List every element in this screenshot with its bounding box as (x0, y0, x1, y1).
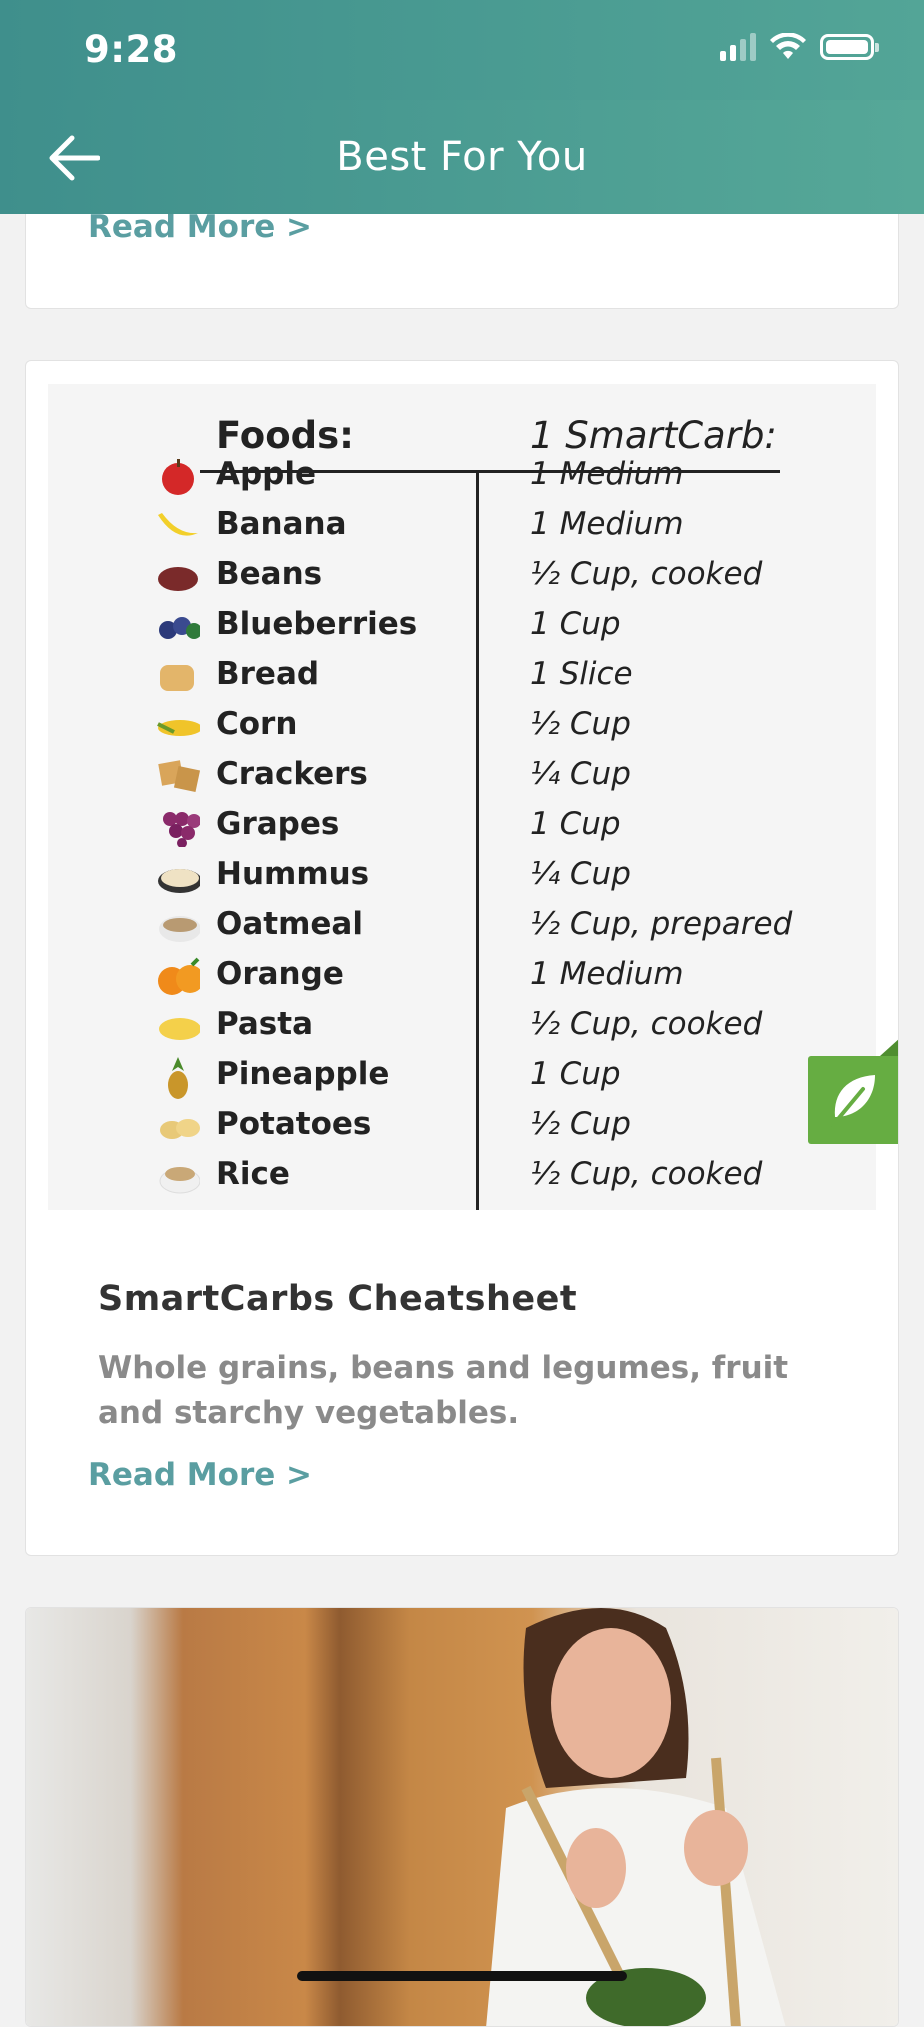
home-indicator[interactable] (297, 1971, 627, 1981)
apple-icon (156, 458, 200, 496)
food-row: Hummus ¼ Cup (48, 852, 876, 902)
food-row: Pineapple 1 Cup (48, 1052, 876, 1102)
food-row: Grapes 1 Cup (48, 802, 876, 852)
card-title: SmartCarbs Cheatsheet (98, 1279, 578, 1319)
woman-tossing-salad-photo (26, 1608, 898, 2026)
food-row: Bread 1 Slice (48, 652, 876, 702)
card-description: Whole grains, beans and legumes, fruit a… (98, 1350, 789, 1431)
food-row: Pasta ½ Cup, cooked (48, 1002, 876, 1052)
article-card-smartcarbs[interactable]: Foods: 1 SmartCarb: Apple 1 Medium Banan… (25, 360, 899, 1556)
foods-column-header: Foods: (216, 414, 354, 457)
crackers-icon (156, 758, 200, 796)
bread-icon (156, 658, 200, 696)
oatmeal-icon (156, 908, 200, 946)
hummus-icon (156, 858, 200, 896)
wifi-icon (770, 33, 806, 59)
status-icons (720, 33, 879, 61)
battery-icon (820, 34, 879, 60)
food-row: Beans ½ Cup, cooked (48, 552, 876, 602)
food-row: Apple 1 Medium (48, 452, 876, 502)
cellular-signal-icon (720, 33, 756, 61)
article-card[interactable] (25, 1607, 899, 2027)
beans-icon (156, 558, 200, 596)
navigation-bar: Best For You (0, 100, 924, 214)
food-row: Oatmeal ½ Cup, prepared (48, 902, 876, 952)
food-row: Blueberries 1 Cup (48, 602, 876, 652)
status-bar: 9:28 (0, 0, 924, 100)
leaf-badge (808, 1038, 898, 1144)
woman-figure-illustration (486, 1608, 786, 2026)
corn-icon (156, 708, 200, 746)
food-row: Banana 1 Medium (48, 502, 876, 552)
leaf-icon (831, 1075, 875, 1127)
food-row: Crackers ¼ Cup (48, 752, 876, 802)
blueberries-icon (156, 608, 200, 646)
rice-icon (156, 1158, 200, 1196)
read-more-link[interactable]: Read More > (88, 1457, 312, 1493)
food-row: Rice ½ Cup, cooked (48, 1152, 876, 1202)
food-row: Orange 1 Medium (48, 952, 876, 1002)
grapes-icon (156, 808, 200, 847)
food-row: Potatoes ½ Cup (48, 1102, 876, 1152)
read-more-link[interactable]: Read More > (88, 209, 312, 245)
page-title: Best For You (336, 134, 588, 180)
banana-icon (156, 508, 200, 546)
pasta-icon (156, 1008, 200, 1046)
smartcarb-column-header: 1 SmartCarb: (530, 414, 777, 457)
smartcarbs-cheatsheet-image: Foods: 1 SmartCarb: Apple 1 Medium Banan… (48, 384, 876, 1210)
pineapple-icon (156, 1057, 200, 1099)
food-row: Corn ½ Cup (48, 702, 876, 752)
orange-icon (156, 957, 200, 996)
status-time: 9:28 (84, 28, 179, 71)
potatoes-icon (156, 1108, 200, 1146)
